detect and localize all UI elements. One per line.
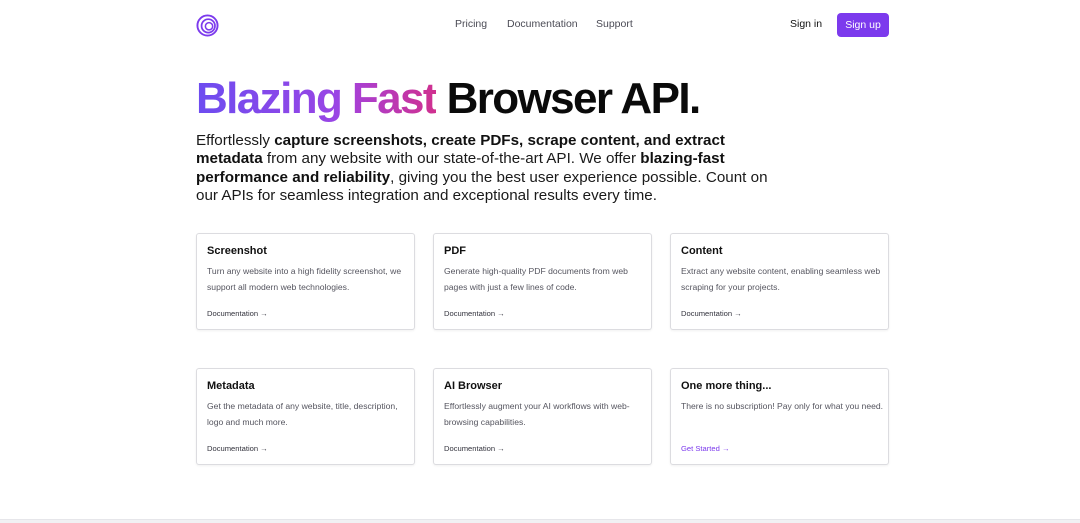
card-documentation-link[interactable]: Documentation →: [681, 309, 742, 318]
card-title: One more thing...: [681, 380, 772, 392]
card-title: AI Browser: [444, 380, 503, 392]
feature-card-pdf: PDF Generate high-quality PDF documents …: [433, 233, 652, 330]
nav-link-documentation[interactable]: Documentation: [507, 18, 578, 30]
card-description: Generate high-quality PDF documents from…: [444, 266, 628, 292]
feature-card-one-more-thing: One more thing... There is no subscripti…: [670, 368, 889, 465]
card-documentation-link[interactable]: Documentation →: [207, 309, 268, 318]
card-title: Content: [681, 245, 723, 257]
card-documentation-link[interactable]: Documentation →: [207, 444, 268, 453]
card-description: Get the metadata of any website, title, …: [207, 401, 398, 427]
hero-title: Blazing Fast Browser API.: [196, 72, 702, 126]
card-documentation-link[interactable]: Documentation →: [444, 309, 505, 318]
feature-card-metadata: Metadata Get the metadata of any website…: [196, 368, 415, 465]
card-description: Turn any website into a high fidelity sc…: [207, 266, 402, 292]
card-description: There is no subscription! Pay only for w…: [681, 401, 884, 411]
sign-up-button[interactable]: Sign up: [837, 13, 889, 37]
get-started-link[interactable]: Get Started →: [681, 444, 730, 453]
hero-title-browser-api: Browser API.: [446, 74, 702, 123]
feature-card-screenshot: Screenshot Turn any website into a high …: [196, 233, 415, 330]
hero-title-blazing: Blazing: [196, 74, 343, 123]
card-title: Screenshot: [207, 245, 267, 257]
section-divider: [0, 519, 1080, 523]
top-navbar: Pricing Documentation Support Sign in Si…: [0, 0, 1080, 50]
card-title: Metadata: [207, 380, 255, 392]
sign-in-link[interactable]: Sign in: [790, 18, 822, 30]
feature-card-content: Content Extract any website content, ena…: [670, 233, 889, 330]
nav-link-support[interactable]: Support: [596, 18, 633, 30]
hero-desc-text: Effortlessly: [196, 132, 275, 149]
hero-title-fast: Fast: [351, 74, 438, 123]
hero-desc-text: from any website with our state-of-the-a…: [262, 150, 641, 168]
main-nav: Pricing Documentation Support: [0, 18, 1080, 34]
hero-description: Effortlessly capture screenshots, create…: [196, 132, 776, 206]
card-title: PDF: [444, 245, 466, 257]
card-documentation-link[interactable]: Documentation →: [444, 444, 505, 453]
card-description: Extract any website content, enabling se…: [681, 266, 881, 292]
nav-link-pricing[interactable]: Pricing: [455, 18, 487, 30]
card-description: Effortlessly augment your AI workflows w…: [444, 401, 630, 427]
feature-card-ai-browser: AI Browser Effortlessly augment your AI …: [433, 368, 652, 465]
